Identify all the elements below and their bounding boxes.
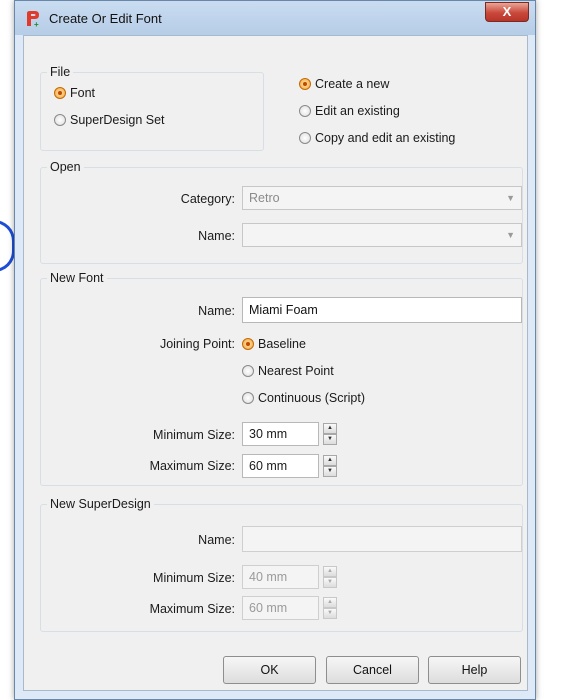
- spin-down-icon[interactable]: ▼: [323, 577, 337, 588]
- open-name-label: Name:: [198, 229, 235, 243]
- font-name-label: Name:: [198, 304, 235, 318]
- superdesign-min-size-label: Minimum Size:: [153, 571, 235, 585]
- help-button[interactable]: Help: [428, 656, 521, 684]
- window-title: Create Or Edit Font: [49, 11, 162, 26]
- radio-copy-edit-label: Copy and edit an existing: [315, 131, 456, 145]
- dialog-body: File Font SuperDesign Set Create a new E…: [23, 35, 528, 691]
- superdesign-max-size-stepper[interactable]: 60 mm ▲ ▼: [242, 596, 338, 620]
- radio-edit-existing-label: Edit an existing: [315, 104, 400, 118]
- radio-unselected-icon: [54, 114, 66, 126]
- category-label: Category:: [180, 192, 235, 206]
- superdesign-name-label: Name:: [198, 533, 235, 547]
- file-group: File: [40, 65, 264, 151]
- superdesign-name-input[interactable]: [242, 526, 522, 552]
- radio-font[interactable]: Font: [54, 84, 95, 102]
- radio-nearest-point[interactable]: Nearest Point: [242, 362, 334, 380]
- title-bar[interactable]: + Create Or Edit Font X: [15, 1, 535, 35]
- open-name-select[interactable]: ▼: [242, 223, 522, 247]
- background-right: [536, 0, 564, 700]
- radio-create-new[interactable]: Create a new: [299, 75, 389, 93]
- radio-unselected-icon: [242, 365, 254, 377]
- radio-superdesign-label: SuperDesign Set: [70, 113, 165, 127]
- radio-selected-icon: [242, 338, 254, 350]
- superdesign-min-size-stepper[interactable]: 40 mm ▲ ▼: [242, 565, 338, 589]
- new-superdesign-group-legend: New SuperDesign: [50, 497, 151, 511]
- file-group-legend: File: [50, 65, 71, 79]
- radio-unselected-icon: [242, 392, 254, 404]
- font-max-size-stepper[interactable]: 60 mm ▲ ▼: [242, 454, 338, 478]
- ok-button[interactable]: OK: [223, 656, 316, 684]
- spin-up-icon[interactable]: ▲: [323, 566, 337, 577]
- font-min-size-value[interactable]: 30 mm: [242, 422, 319, 446]
- spin-up-icon[interactable]: ▲: [323, 597, 337, 608]
- category-select-value: Retro: [249, 191, 280, 205]
- font-editor-icon: +: [27, 11, 39, 28]
- spin-up-icon[interactable]: ▲: [323, 455, 337, 466]
- radio-font-label: Font: [70, 86, 96, 100]
- chevron-down-icon: ▼: [506, 230, 515, 240]
- radio-unselected-icon: [299, 105, 311, 117]
- svg-text:+: +: [34, 20, 39, 28]
- chevron-down-icon: ▼: [506, 193, 515, 203]
- radio-nearest-point-label: Nearest Point: [258, 364, 334, 378]
- radio-unselected-icon: [299, 132, 311, 144]
- font-min-size-label: Minimum Size:: [153, 428, 235, 442]
- spin-down-icon[interactable]: ▼: [323, 434, 337, 445]
- superdesign-min-size-value[interactable]: 40 mm: [242, 565, 319, 589]
- spin-down-icon[interactable]: ▼: [323, 608, 337, 619]
- cancel-button[interactable]: Cancel: [326, 656, 419, 684]
- font-max-size-label: Maximum Size:: [149, 459, 235, 473]
- superdesign-max-size-label: Maximum Size:: [149, 602, 235, 616]
- close-icon: X: [502, 4, 512, 19]
- radio-selected-icon: [299, 78, 311, 90]
- font-name-input[interactable]: Miami Foam: [242, 297, 522, 323]
- radio-copy-edit[interactable]: Copy and edit an existing: [299, 129, 455, 147]
- radio-superdesign-set[interactable]: SuperDesign Set: [54, 111, 165, 129]
- font-min-size-stepper[interactable]: 30 mm ▲ ▼: [242, 422, 338, 446]
- open-group-legend: Open: [50, 160, 81, 174]
- category-select[interactable]: Retro ▼: [242, 186, 522, 210]
- open-group: Open: [40, 160, 523, 264]
- spin-down-icon[interactable]: ▼: [323, 466, 337, 477]
- new-font-group-legend: New Font: [50, 271, 104, 285]
- radio-baseline-label: Baseline: [258, 337, 306, 351]
- radio-continuous-label: Continuous (Script): [258, 391, 365, 405]
- dialog-window: + Create Or Edit Font X File Font SuperD…: [14, 0, 536, 700]
- radio-continuous-script[interactable]: Continuous (Script): [242, 389, 365, 407]
- font-max-size-value[interactable]: 60 mm: [242, 454, 319, 478]
- joining-point-label: Joining Point:: [159, 337, 235, 351]
- radio-edit-existing[interactable]: Edit an existing: [299, 102, 400, 120]
- radio-selected-icon: [54, 87, 66, 99]
- spin-up-icon[interactable]: ▲: [323, 423, 337, 434]
- radio-baseline[interactable]: Baseline: [242, 335, 306, 353]
- background-left: [0, 0, 14, 700]
- close-button[interactable]: X: [485, 2, 529, 22]
- superdesign-max-size-value[interactable]: 60 mm: [242, 596, 319, 620]
- radio-create-new-label: Create a new: [315, 77, 390, 91]
